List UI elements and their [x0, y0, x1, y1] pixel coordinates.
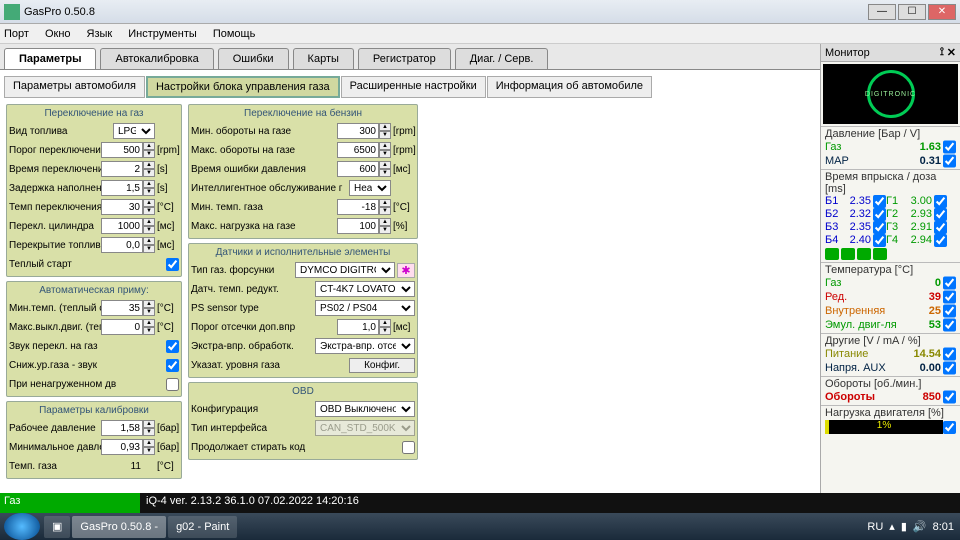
- taskbar: ▣ GasPro 0.50.8 - g02 - Paint RU ▴ ▮ 🔊 8…: [0, 513, 960, 540]
- taskbar-explorer[interactable]: ▣: [44, 516, 70, 538]
- menu-help[interactable]: Помощь: [213, 28, 256, 40]
- sub-tabs: Параметры автомобиля Настройки блока упр…: [0, 70, 820, 102]
- status-bar: Газ iQ-4 ver. 2.13.2 36.1.0 07.02.2022 1…: [0, 493, 960, 513]
- inj-icon[interactable]: [825, 248, 839, 260]
- extra-select[interactable]: Экстра-впр. отсечка: [315, 338, 415, 354]
- sndgas-checkbox[interactable]: [166, 340, 179, 353]
- maximize-button[interactable]: ☐: [898, 4, 926, 20]
- close-button[interactable]: ✕: [928, 4, 956, 20]
- panel-calib: Параметры калибровки Рабочее давление▲▼[…: [6, 401, 182, 479]
- perr-input[interactable]: [337, 161, 379, 177]
- unloaded-checkbox[interactable]: [166, 378, 179, 391]
- main-tabs: Параметры Автокалибровка Ошибки Карты Ре…: [0, 44, 820, 70]
- tray-vol-icon[interactable]: 🔊: [913, 520, 927, 533]
- minrpm-input[interactable]: [337, 123, 379, 139]
- redtemp-select[interactable]: CT-4K7 LOVATO: [315, 281, 415, 297]
- maxload-input[interactable]: [337, 218, 379, 234]
- menu-bar: Порт Окно Язык Инструменты Помощь: [0, 24, 960, 44]
- smart-select[interactable]: Неакт.: [349, 180, 391, 196]
- level-config-button[interactable]: Конфиг.: [349, 358, 415, 373]
- mingt-input[interactable]: [337, 199, 379, 215]
- map-cb[interactable]: [943, 154, 956, 168]
- start-button[interactable]: [4, 513, 40, 540]
- time-input[interactable]: [101, 161, 143, 177]
- engine-load-bar: 1%: [825, 420, 943, 434]
- tray-lang[interactable]: RU: [867, 521, 883, 533]
- menu-lang[interactable]: Язык: [87, 28, 113, 40]
- overlap-input[interactable]: [101, 237, 143, 253]
- status-info: iQ-4 ver. 2.13.2 36.1.0 07.02.2022 14:20…: [140, 493, 960, 513]
- panel-title: Переключение на газ: [9, 107, 179, 122]
- maxoff-input[interactable]: [101, 319, 143, 335]
- temp-input[interactable]: [101, 199, 143, 215]
- monitor-close-icon[interactable]: ✕: [947, 46, 956, 59]
- panel-gas-switch: Переключение на газ Вид топливаLPG Порог…: [6, 104, 182, 277]
- panel-obd: OBD КонфигурацияOBD Выключено Тип интерф…: [188, 382, 418, 460]
- panel-sensors: Датчики и исполнительные элементы Тип га…: [188, 243, 418, 378]
- monitor-panel: Монитор⟟ ✕ DIGITRONIC Давление [Бар / V]…: [820, 44, 960, 513]
- tab-reg[interactable]: Регистратор: [358, 48, 451, 69]
- tab-params[interactable]: Параметры: [4, 48, 96, 69]
- menu-port[interactable]: Порт: [4, 28, 29, 40]
- menu-window[interactable]: Окно: [45, 28, 71, 40]
- ps-select[interactable]: PS02 / PS04: [315, 300, 415, 316]
- monitor-pin-icon[interactable]: ⟟: [940, 46, 944, 59]
- subtab-ext[interactable]: Расширенные настройки: [341, 76, 486, 98]
- mintemp-input[interactable]: [101, 300, 143, 316]
- fuel-type-select[interactable]: LPG: [113, 123, 155, 139]
- app-icon: [4, 4, 20, 20]
- gt-value: [101, 458, 143, 474]
- wp-input[interactable]: [101, 420, 143, 436]
- mp-input[interactable]: [101, 439, 143, 455]
- monitor-title: Монитор: [825, 47, 940, 59]
- window-titlebar: GasPro 0.50.8 — ☐ ✕: [0, 0, 960, 24]
- status-gas: Газ: [0, 493, 140, 513]
- gas-cb[interactable]: [943, 140, 956, 154]
- injector-grid: Б12.35Г13.00 Б22.32Г22.93 Б32.35Г32.91 Б…: [825, 195, 956, 247]
- thresh-input[interactable]: [101, 142, 143, 158]
- subtab-carparams[interactable]: Параметры автомобиля: [4, 76, 145, 98]
- subtab-carinfo[interactable]: Информация об автомобиле: [487, 76, 652, 98]
- logo-display: DIGITRONIC: [823, 64, 958, 124]
- injtype-select[interactable]: DYMCO DIGITRONIC 1,7: [295, 262, 395, 278]
- snddown-checkbox[interactable]: [166, 359, 179, 372]
- cutoff-input[interactable]: [337, 319, 379, 335]
- tray-up-icon[interactable]: ▴: [889, 520, 895, 533]
- warmstart-checkbox[interactable]: [166, 258, 179, 271]
- tab-maps[interactable]: Карты: [293, 48, 354, 69]
- obd-if-select: CAN_STD_500K: [315, 420, 415, 436]
- subtab-ecu[interactable]: Настройки блока управления газа: [146, 76, 340, 98]
- obd-erase-checkbox[interactable]: [402, 441, 415, 454]
- minimize-button[interactable]: —: [868, 4, 896, 20]
- maxrpm-input[interactable]: [337, 142, 379, 158]
- tab-diag[interactable]: Диаг. / Серв.: [455, 48, 549, 69]
- menu-tools[interactable]: Инструменты: [128, 28, 197, 40]
- taskbar-paint[interactable]: g02 - Paint: [168, 516, 237, 538]
- window-title: GasPro 0.50.8: [24, 6, 95, 18]
- cyl-input[interactable]: [101, 218, 143, 234]
- tray-net-icon[interactable]: ▮: [901, 520, 907, 533]
- obd-cfg-select[interactable]: OBD Выключено: [315, 401, 415, 417]
- panel-auto-proc: Автоматическая приму: Мин.темп. (теплый …: [6, 281, 182, 397]
- inj-star-button[interactable]: ✱: [397, 263, 415, 278]
- tray-clock[interactable]: 8:01: [933, 521, 954, 533]
- system-tray[interactable]: RU ▴ ▮ 🔊 8:01: [867, 520, 960, 533]
- tab-errors[interactable]: Ошибки: [218, 48, 289, 69]
- spin[interactable]: ▲▼: [143, 142, 155, 158]
- tab-autocal[interactable]: Автокалибровка: [100, 48, 213, 69]
- filldelay-input[interactable]: [101, 180, 143, 196]
- taskbar-gaspro[interactable]: GasPro 0.50.8 -: [72, 516, 166, 538]
- panel-petrol-switch: Переключение на бензин Мин. обороты на г…: [188, 104, 418, 239]
- injector-icons: [825, 247, 956, 261]
